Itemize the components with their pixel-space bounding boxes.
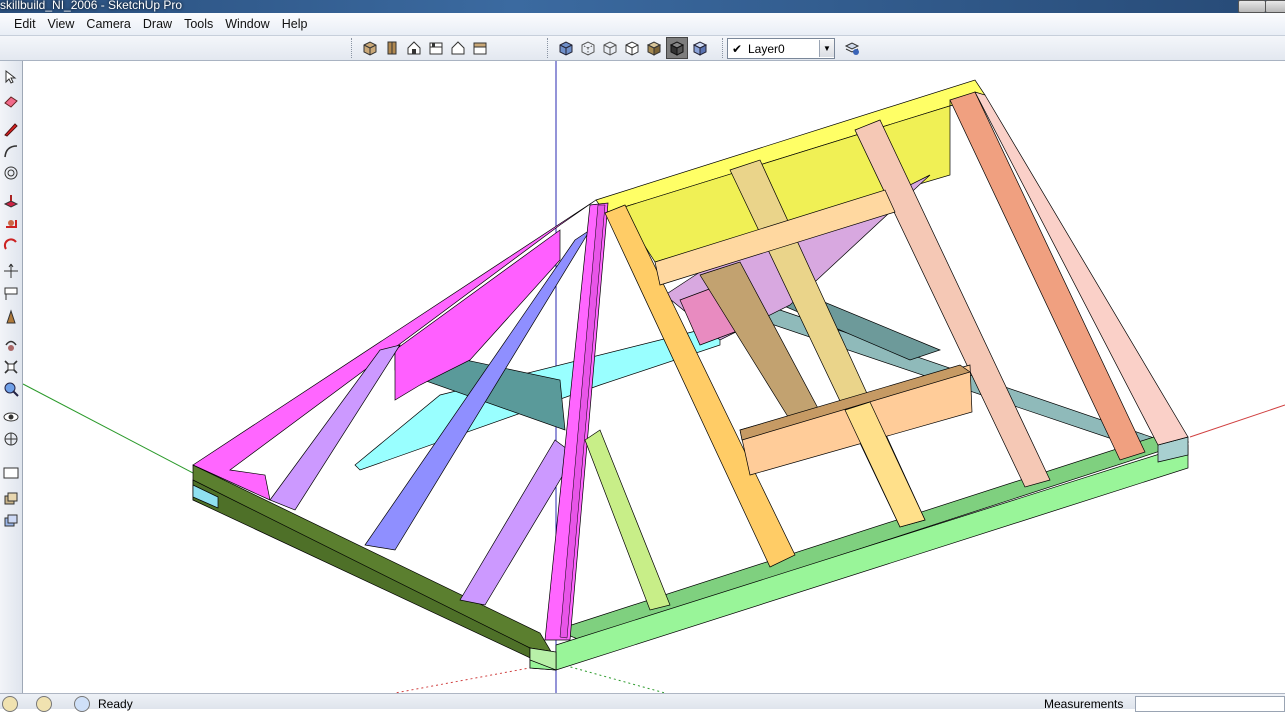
zoom-icon[interactable]: [1, 357, 20, 376]
shaded-icon[interactable]: [644, 38, 664, 58]
layer-name: Layer0: [748, 41, 785, 56]
maximize-button[interactable]: [1265, 0, 1285, 13]
pencil-icon[interactable]: [1, 119, 20, 138]
menu-help[interactable]: Help: [276, 17, 314, 31]
wireframe-icon[interactable]: [600, 38, 620, 58]
green-axis-negative: [555, 662, 666, 693]
minimize-button[interactable]: [1238, 0, 1266, 13]
arc-icon[interactable]: [1, 141, 20, 160]
geo-location-icon[interactable]: [2, 696, 18, 712]
status-bar: Ready Measurements: [0, 693, 1285, 712]
hidden-line-icon[interactable]: [622, 38, 642, 58]
menu-tools[interactable]: Tools: [178, 17, 219, 31]
top-toolbar: [0, 36, 1285, 61]
help-icon[interactable]: [74, 696, 90, 712]
jack-rafter-green: [584, 429, 671, 611]
measurements-input[interactable]: [1135, 696, 1285, 712]
layer-visible-check-icon: ✔: [731, 41, 743, 56]
red-axis: [1189, 404, 1285, 438]
menu-camera[interactable]: Camera: [80, 17, 136, 31]
section-icon[interactable]: [1, 463, 20, 482]
hip-rafter-corner-edge: [559, 204, 606, 639]
menu-edit[interactable]: Edit: [8, 17, 42, 31]
push-pull-icon[interactable]: [1, 191, 20, 210]
text-icon[interactable]: [1, 283, 20, 302]
paint-bucket-icon[interactable]: [1, 307, 20, 326]
rotate-icon[interactable]: [1, 235, 20, 254]
status-text: Ready: [98, 697, 133, 711]
roof-model: [23, 61, 1285, 693]
menu-window[interactable]: Window: [219, 17, 275, 31]
measurements-label: Measurements: [1044, 697, 1124, 711]
drawing-viewport[interactable]: [23, 61, 1285, 693]
eraser-icon[interactable]: [1, 91, 20, 110]
back-edges-icon[interactable]: [578, 38, 598, 58]
style-toolbar: [547, 37, 710, 59]
menu-view[interactable]: View: [42, 17, 81, 31]
zoom-extents-icon[interactable]: [1, 379, 20, 398]
left-view-icon[interactable]: [470, 38, 490, 58]
title-bar: skillbuild_NI_2006 - SketchUp Pro: [0, 0, 1285, 13]
window-title: skillbuild_NI_2006 - SketchUp Pro: [0, 0, 183, 12]
back-view-icon[interactable]: [448, 38, 468, 58]
front-view-icon[interactable]: [404, 38, 424, 58]
views-toolbar: [351, 37, 490, 59]
menu-bar: Edit View Camera Draw Tools Window Help: [0, 13, 1285, 36]
right-view-icon[interactable]: [426, 38, 446, 58]
orbit-icon[interactable]: [1, 335, 20, 354]
toolbar-grip[interactable]: [351, 38, 355, 58]
jack-rafter-1: [269, 344, 401, 511]
layer-manager-icon[interactable]: [842, 38, 862, 58]
menu-draw[interactable]: Draw: [137, 17, 178, 31]
top-view-icon[interactable]: [382, 38, 402, 58]
toolbar-grip[interactable]: [547, 38, 551, 58]
iso-view-icon[interactable]: [360, 38, 380, 58]
offset-icon[interactable]: [1, 163, 20, 182]
chevron-down-icon[interactable]: ▼: [819, 40, 834, 57]
select-icon[interactable]: [1, 67, 20, 86]
xray-icon[interactable]: [556, 38, 576, 58]
left-toolbar: [0, 61, 23, 693]
groups-icon[interactable]: [1, 511, 20, 530]
follow-me-icon[interactable]: [1, 213, 20, 232]
shaded-textures-icon[interactable]: [666, 37, 688, 59]
walk-icon[interactable]: [1, 429, 20, 448]
monochrome-icon[interactable]: [690, 38, 710, 58]
layer-select[interactable]: ✔ Layer0 ▼: [727, 38, 835, 59]
components-icon[interactable]: [1, 489, 20, 508]
move-icon[interactable]: [1, 261, 20, 280]
look-around-icon[interactable]: [1, 407, 20, 426]
credits-icon[interactable]: [36, 696, 52, 712]
toolbar-grip[interactable]: [722, 38, 726, 58]
